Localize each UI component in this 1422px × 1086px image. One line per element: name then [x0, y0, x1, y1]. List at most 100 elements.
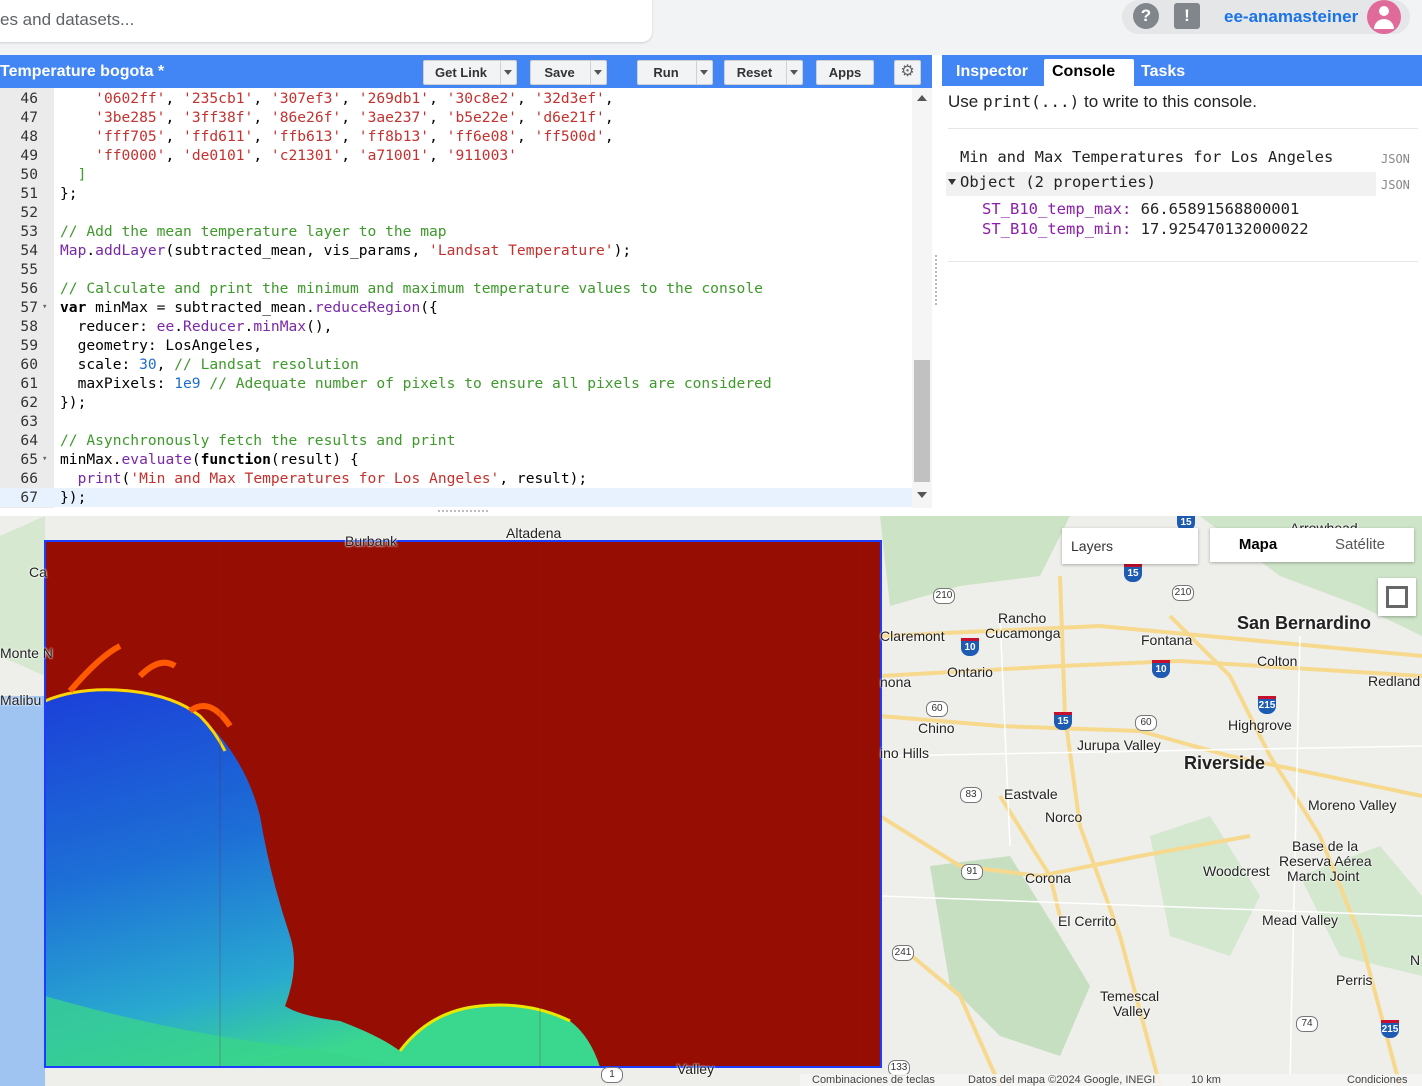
- vertical-splitter[interactable]: [932, 55, 942, 508]
- code-text: scale: 30, // Landsat resolution: [60, 356, 359, 373]
- reset-dropdown-icon[interactable]: [786, 61, 801, 84]
- place-label: Valley: [677, 1061, 715, 1077]
- code-line[interactable]: 54 Map.addLayer(subtracted_mean, vis_para…: [0, 241, 912, 260]
- fold-arrow-icon[interactable]: ▾: [42, 298, 47, 317]
- place-label: Corona: [1025, 870, 1071, 886]
- map-attribution: Combinaciones de teclas Datos del mapa ©…: [800, 1074, 1422, 1086]
- place-label: Fontana: [1141, 632, 1193, 648]
- tab-inspector[interactable]: Inspector: [950, 59, 1040, 86]
- scroll-up-icon[interactable]: [917, 95, 927, 101]
- line-number: 62: [20, 394, 38, 411]
- map-canvas[interactable]: [0, 516, 1422, 1086]
- place-label: Norco: [1045, 809, 1083, 825]
- editor-toolbar: Temperature bogota * Get Link Save Run R…: [0, 55, 932, 88]
- object-label[interactable]: Object (2 properties): [960, 173, 1156, 191]
- expand-triangle-icon[interactable]: [948, 179, 956, 185]
- username-link[interactable]: ee-anamasteiner: [1224, 7, 1358, 27]
- json-button[interactable]: JSON: [1381, 152, 1410, 166]
- code-line[interactable]: 67});: [0, 488, 912, 507]
- fold-arrow-icon[interactable]: ▾: [42, 450, 47, 469]
- place-label: Cucamonga: [985, 625, 1061, 641]
- code-line[interactable]: 52: [0, 203, 912, 222]
- place-label: Claremont: [880, 628, 945, 644]
- code-line[interactable]: 53 // Add the mean temperature layer to t…: [0, 222, 912, 241]
- scroll-down-icon[interactable]: [917, 492, 927, 498]
- console-hint-code: print(...): [982, 92, 1080, 111]
- apps-label: Apps: [828, 65, 862, 80]
- route-shield: 83: [960, 787, 982, 803]
- property-row: ST_B10_temp_min: 17.925470132000022: [982, 220, 1309, 238]
- code-line[interactable]: 66 print('Min and Max Temperatures for L…: [0, 469, 912, 488]
- code-line[interactable]: 61 maxPixels: 1e9 // Adequate number of …: [0, 374, 912, 393]
- place-label: El Cerrito: [1058, 913, 1117, 929]
- code-line[interactable]: 63: [0, 412, 912, 431]
- property-value: 17.925470132000022: [1140, 220, 1309, 238]
- code-line[interactable]: 49 'ff0000', 'de0101', 'c21301', 'a71001…: [0, 146, 912, 165]
- run-button[interactable]: Run: [637, 60, 713, 85]
- place-label: Ca: [29, 564, 47, 580]
- line-number: 46: [20, 90, 38, 107]
- code-line[interactable]: 60 scale: 30, // Landsat resolution: [0, 355, 912, 374]
- code-editor-panel: Temperature bogota * Get Link Save Run R…: [0, 55, 932, 508]
- reset-button[interactable]: Reset: [724, 60, 803, 85]
- save-button[interactable]: Save: [530, 60, 607, 85]
- map-view[interactable]: Altadena Rancho Cucamonga Claremont Font…: [0, 516, 1422, 1086]
- terms-link[interactable]: Condiciones: [1347, 1074, 1408, 1086]
- code-line[interactable]: 62});: [0, 393, 912, 412]
- line-number: 58: [20, 318, 38, 335]
- code-line[interactable]: 59 geometry: LosAngeles,: [0, 336, 912, 355]
- code-line[interactable]: 48 'fff705', 'ffd611', 'ffb613', 'ff8b13…: [0, 127, 912, 146]
- code-line[interactable]: 57 ▾ var minMax = subtracted_mean.reduceRe…: [0, 298, 912, 317]
- run-dropdown-icon[interactable]: [696, 61, 711, 84]
- place-label: Burbank: [345, 533, 398, 549]
- save-dropdown-icon[interactable]: [590, 61, 605, 84]
- code-line[interactable]: 55: [0, 260, 912, 279]
- code-area[interactable]: 46 '0602ff', '235cb1', '307ef3', '269db1…: [0, 88, 912, 508]
- fullscreen-icon[interactable]: [1378, 578, 1416, 616]
- layers-button[interactable]: Layers: [1062, 528, 1198, 564]
- property-key: ST_B10_temp_min:: [982, 220, 1132, 238]
- avatar[interactable]: [1367, 0, 1401, 34]
- panel-tabs: Inspector Console Tasks: [942, 55, 1422, 86]
- editor-scrollbar[interactable]: [912, 88, 932, 508]
- line-number: 65: [20, 451, 38, 468]
- code-line[interactable]: 47 '3be285', '3ff38f', '86e26f', '3ae237…: [0, 108, 912, 127]
- route-shield: 15: [1124, 564, 1142, 582]
- gear-icon[interactable]: ⚙: [894, 60, 921, 85]
- place-label: Perris: [1336, 972, 1373, 988]
- get-link-dropdown-icon[interactable]: [500, 61, 515, 84]
- code-text: maxPixels: 1e9 // Adequate number of pix…: [60, 375, 772, 392]
- place-label: Valley: [1113, 1003, 1151, 1019]
- code-line[interactable]: 58 reducer: ee.Reducer.minMax(),: [0, 317, 912, 336]
- code-line[interactable]: 50 ]: [0, 165, 912, 184]
- json-button[interactable]: JSON: [1381, 178, 1410, 192]
- route-shield: 91: [961, 864, 983, 880]
- tab-console[interactable]: Console: [1044, 59, 1134, 86]
- route-shield: 210: [1172, 585, 1194, 601]
- code-text: });: [60, 489, 87, 506]
- tab-tasks[interactable]: Tasks: [1134, 59, 1201, 86]
- feedback-icon[interactable]: !: [1174, 3, 1200, 29]
- horizontal-splitter[interactable]: [0, 508, 1422, 516]
- help-icon[interactable]: ?: [1133, 3, 1159, 29]
- code-text: '3be285', '3ff38f', '86e26f', '3ae237', …: [95, 109, 614, 126]
- place-label: Highgrove: [1228, 717, 1292, 733]
- line-number: 66: [20, 470, 38, 487]
- code-line[interactable]: 56 // Calculate and print the minimum and…: [0, 279, 912, 298]
- code-line[interactable]: 65 ▾ minMax.evaluate(function(result) {: [0, 450, 912, 469]
- console-hint: Use print(...) to write to this console.: [948, 92, 1257, 112]
- code-line[interactable]: 51};: [0, 184, 912, 203]
- line-number: 59: [20, 337, 38, 354]
- route-shield: 10: [961, 638, 979, 656]
- code-line[interactable]: 64 // Asynchronously fetch the results an…: [0, 431, 912, 450]
- keyboard-shortcuts-link[interactable]: Combinaciones de teclas: [812, 1074, 935, 1086]
- apps-button[interactable]: Apps: [816, 60, 874, 85]
- get-link-button[interactable]: Get Link: [423, 60, 517, 85]
- place-label: ino Hills: [880, 745, 930, 761]
- map-type-map-button[interactable]: Mapa: [1210, 528, 1306, 562]
- code-text: '0602ff', '235cb1', '307ef3', '269db1', …: [95, 90, 614, 107]
- code-line[interactable]: 46 '0602ff', '235cb1', '307ef3', '269db1…: [0, 89, 912, 108]
- map-type-satellite-button[interactable]: Satélite: [1306, 528, 1414, 562]
- scrollbar-thumb[interactable]: [914, 360, 930, 482]
- search-input[interactable]: es and datasets...: [0, 0, 652, 42]
